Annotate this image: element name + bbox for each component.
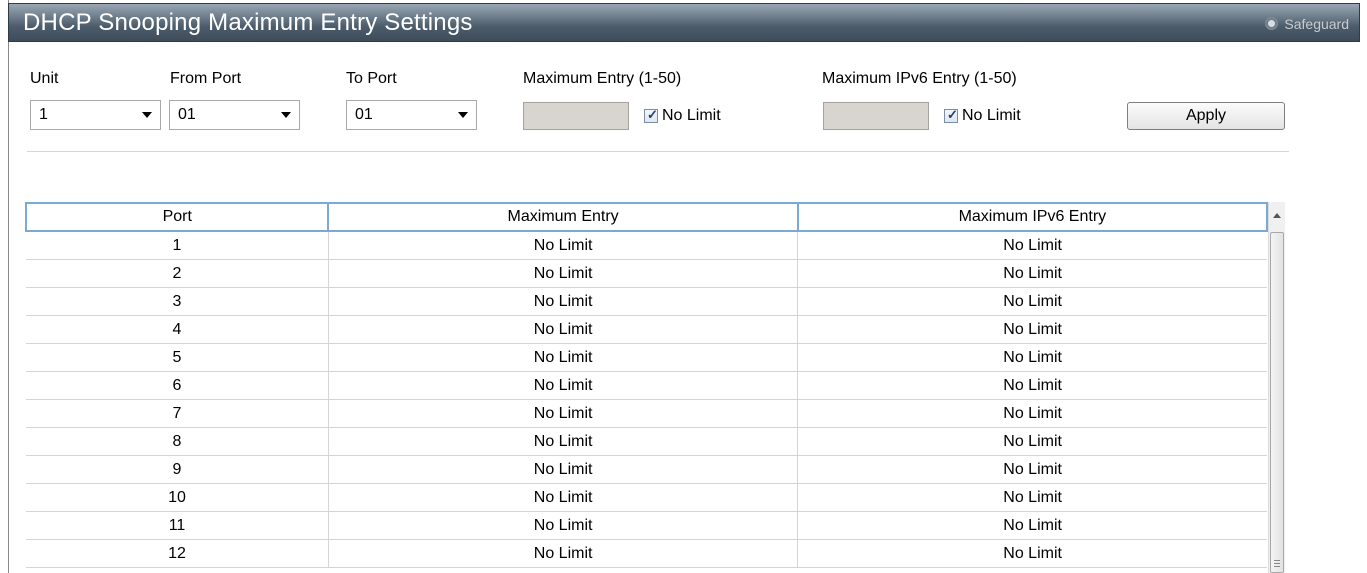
divider [27, 151, 1289, 152]
max-entry-nolimit-label: No Limit [662, 107, 721, 124]
cell-max-ipv6-entry: No Limit [797, 343, 1267, 372]
port-table-container: Port Maximum Entry Maximum IPv6 Entry 1N… [25, 202, 1268, 573]
cell-port: 7 [26, 399, 329, 428]
page-title: DHCP Snooping Maximum Entry Settings [23, 9, 473, 36]
cell-port: 1 [26, 231, 329, 260]
cell-max-ipv6-entry: No Limit [797, 231, 1267, 260]
cell-max-ipv6-entry: No Limit [797, 539, 1267, 568]
scroll-up-arrow-icon[interactable] [1273, 213, 1281, 218]
max-ipv6-nolimit-checkbox[interactable]: ✓ [944, 107, 958, 123]
from-port-select-value: 01 [178, 106, 196, 123]
max-ipv6-nolimit-label: No Limit [962, 107, 1021, 124]
cell-max-entry: No Limit [328, 343, 799, 372]
cell-max-ipv6-entry: No Limit [797, 287, 1267, 316]
table-row: 1 No Limit No Limit [26, 231, 1267, 260]
column-header-max-ipv6-entry: Maximum IPv6 Entry [796, 202, 1268, 232]
cell-max-entry: No Limit [328, 287, 799, 316]
max-ipv6-entry-label: Maximum IPv6 Entry (1-50) [822, 70, 1017, 87]
to-port-select[interactable]: 01 [346, 100, 477, 130]
cell-max-entry: No Limit [328, 259, 799, 288]
table-row: 12 No Limit No Limit [26, 539, 1267, 568]
table-row: 2 No Limit No Limit [26, 259, 1267, 288]
cell-port: 5 [26, 343, 329, 372]
grip-icon [1274, 560, 1280, 561]
cell-max-entry: No Limit [328, 427, 799, 456]
cell-max-ipv6-entry: No Limit [797, 371, 1267, 400]
cell-max-ipv6-entry: No Limit [797, 427, 1267, 456]
table-row: 10 No Limit No Limit [26, 483, 1267, 512]
max-entry-input[interactable] [523, 102, 629, 130]
cell-port: 6 [26, 371, 329, 400]
cell-max-entry: No Limit [328, 455, 799, 484]
table-row: 9 No Limit No Limit [26, 455, 1267, 484]
max-entry-label: Maximum Entry (1-50) [523, 70, 682, 87]
cell-port: 12 [26, 539, 329, 568]
max-ipv6-entry-input[interactable] [823, 102, 929, 130]
safeguard-status-icon [1265, 17, 1279, 30]
cell-max-entry: No Limit [328, 539, 799, 568]
cell-max-entry: No Limit [328, 483, 799, 512]
to-port-select-value: 01 [355, 106, 373, 123]
to-port-label: To Port [346, 70, 397, 87]
cell-max-ipv6-entry: No Limit [797, 259, 1267, 288]
cell-port: 8 [26, 427, 329, 456]
table-row: 7 No Limit No Limit [26, 399, 1267, 428]
table-row: 5 No Limit No Limit [26, 343, 1267, 372]
cell-max-ipv6-entry: No Limit [797, 455, 1267, 484]
cell-max-entry: No Limit [328, 511, 799, 540]
cell-max-entry: No Limit [328, 399, 799, 428]
cell-max-entry: No Limit [328, 231, 799, 260]
from-port-label: From Port [170, 70, 242, 87]
cell-port: 10 [26, 483, 329, 512]
port-table: Port Maximum Entry Maximum IPv6 Entry 1N… [25, 202, 1268, 568]
table-header-row: Port Maximum Entry Maximum IPv6 Entry [25, 202, 1268, 232]
chevron-down-icon [142, 112, 152, 118]
chevron-down-icon [281, 112, 291, 118]
chevron-down-icon [458, 112, 468, 118]
table-row: 8 No Limit No Limit [26, 427, 1267, 456]
table-body: 1 No Limit No Limit 2 No Limit No Limit 3 No Li… [26, 231, 1267, 568]
checkmark-icon: ✓ [947, 107, 958, 122]
unit-select[interactable]: 1 [30, 100, 161, 130]
cell-max-ipv6-entry: No Limit [797, 483, 1267, 512]
unit-label: Unit [30, 70, 59, 87]
cell-port: 11 [26, 511, 329, 540]
cell-port: 2 [26, 259, 329, 288]
cell-port: 3 [26, 287, 329, 316]
from-port-select[interactable]: 01 [169, 100, 300, 130]
safeguard-indicator: Safeguard [1265, 16, 1349, 32]
safeguard-label: Safeguard [1284, 16, 1349, 32]
scrollbar-thumb[interactable] [1270, 232, 1284, 573]
table-scrollbar[interactable] [1268, 202, 1285, 573]
max-entry-nolimit-checkbox[interactable]: ✓ [644, 107, 658, 123]
apply-button[interactable]: Apply [1127, 102, 1285, 130]
unit-select-value: 1 [39, 106, 48, 123]
table-row: 3 No Limit No Limit [26, 287, 1267, 316]
cell-max-ipv6-entry: No Limit [797, 315, 1267, 344]
table-row: 6 No Limit No Limit [26, 371, 1267, 400]
cell-max-ipv6-entry: No Limit [797, 511, 1267, 540]
cell-max-entry: No Limit [328, 315, 799, 344]
cell-port: 4 [26, 315, 329, 344]
column-header-max-entry: Maximum Entry [327, 202, 799, 232]
checkmark-icon: ✓ [647, 107, 658, 122]
cell-max-entry: No Limit [328, 371, 799, 400]
cell-max-ipv6-entry: No Limit [797, 399, 1267, 428]
title-bar: DHCP Snooping Maximum Entry Settings Saf… [8, 3, 1360, 42]
table-row: 11 No Limit No Limit [26, 511, 1267, 540]
cell-port: 9 [26, 455, 329, 484]
table-row: 4 No Limit No Limit [26, 315, 1267, 344]
column-header-port: Port [25, 202, 330, 232]
